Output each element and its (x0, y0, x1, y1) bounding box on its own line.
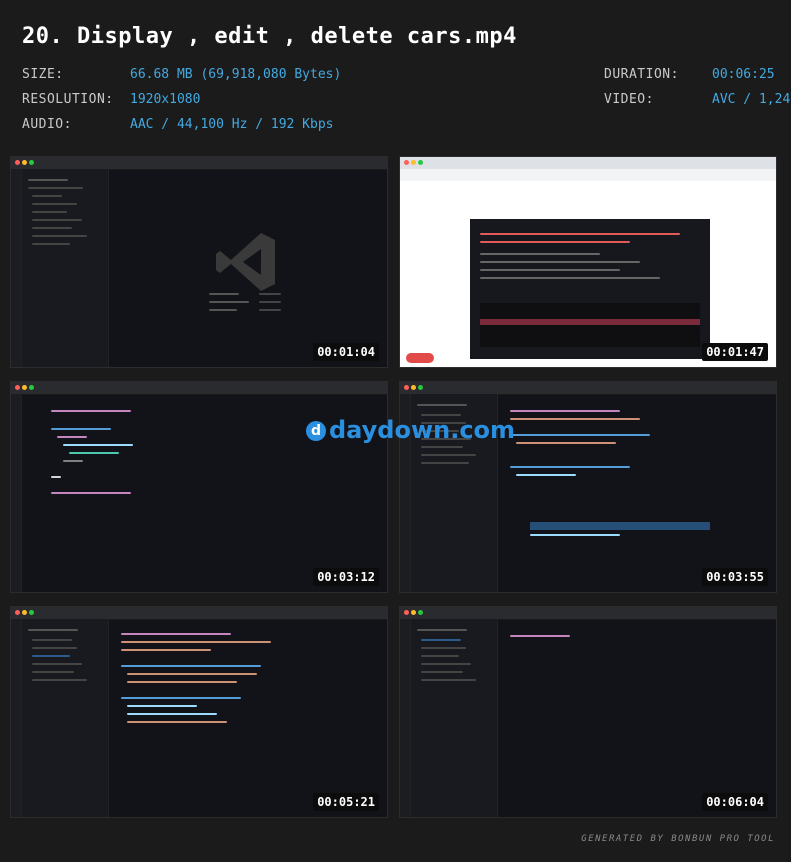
window-titlebar (11, 382, 387, 395)
resolution-value: 1920x1080 (130, 92, 201, 107)
activity-bar (11, 394, 22, 592)
thumbnail-3[interactable]: 00:03:12 (10, 381, 388, 593)
timestamp-label: 00:06:04 (702, 793, 768, 811)
timestamp-label: 00:03:12 (313, 568, 379, 586)
explorer-panel (22, 169, 109, 367)
audio-value: AAC / 44,100 Hz / 192 Kbps (130, 117, 334, 132)
browser-viewport (400, 169, 776, 367)
vscode-logo-icon (216, 233, 275, 291)
activity-bar (11, 619, 22, 817)
thumbnail-6[interactable]: 00:06:04 (399, 606, 777, 818)
watermark-icon: d (306, 421, 326, 441)
timestamp-label: 00:05:21 (313, 793, 379, 811)
thumbnail-5[interactable]: 00:05:21 (10, 606, 388, 818)
video-value: AVC / 1,247 (712, 92, 791, 107)
timestamp-label: 00:01:04 (313, 343, 379, 361)
audio-label: AUDIO: (22, 117, 72, 132)
thumbnail-4[interactable]: 00:03:55 (399, 381, 777, 593)
resolution-label: RESOLUTION: (22, 92, 114, 107)
thumbnail-2[interactable]: 00:01:47 (399, 156, 777, 368)
thumbnail-1[interactable]: 00:01:04 (10, 156, 388, 368)
activity-bar (400, 619, 411, 817)
timestamp-label: 00:03:55 (702, 568, 768, 586)
duration-label: DURATION: (604, 67, 679, 82)
footer-credit: GENERATED BY BONBUN PRO TOOL (581, 834, 775, 844)
size-value: 66.68 MB (69,918,080 Bytes) (130, 67, 342, 82)
activity-bar (11, 169, 22, 367)
explorer-panel (22, 619, 109, 817)
dev-overlay (470, 219, 710, 359)
watermark-text: daydown.com (329, 416, 516, 444)
watermark-logo: d daydown.com (306, 416, 515, 444)
duration-value: 00:06:25 (712, 67, 775, 82)
size-label: SIZE: (22, 67, 64, 82)
explorer-panel (411, 619, 498, 817)
timestamp-label: 00:01:47 (702, 343, 768, 361)
page-title: 20. Display , edit , delete cars.mp4 (22, 24, 517, 49)
video-label: VIDEO: (604, 92, 654, 107)
